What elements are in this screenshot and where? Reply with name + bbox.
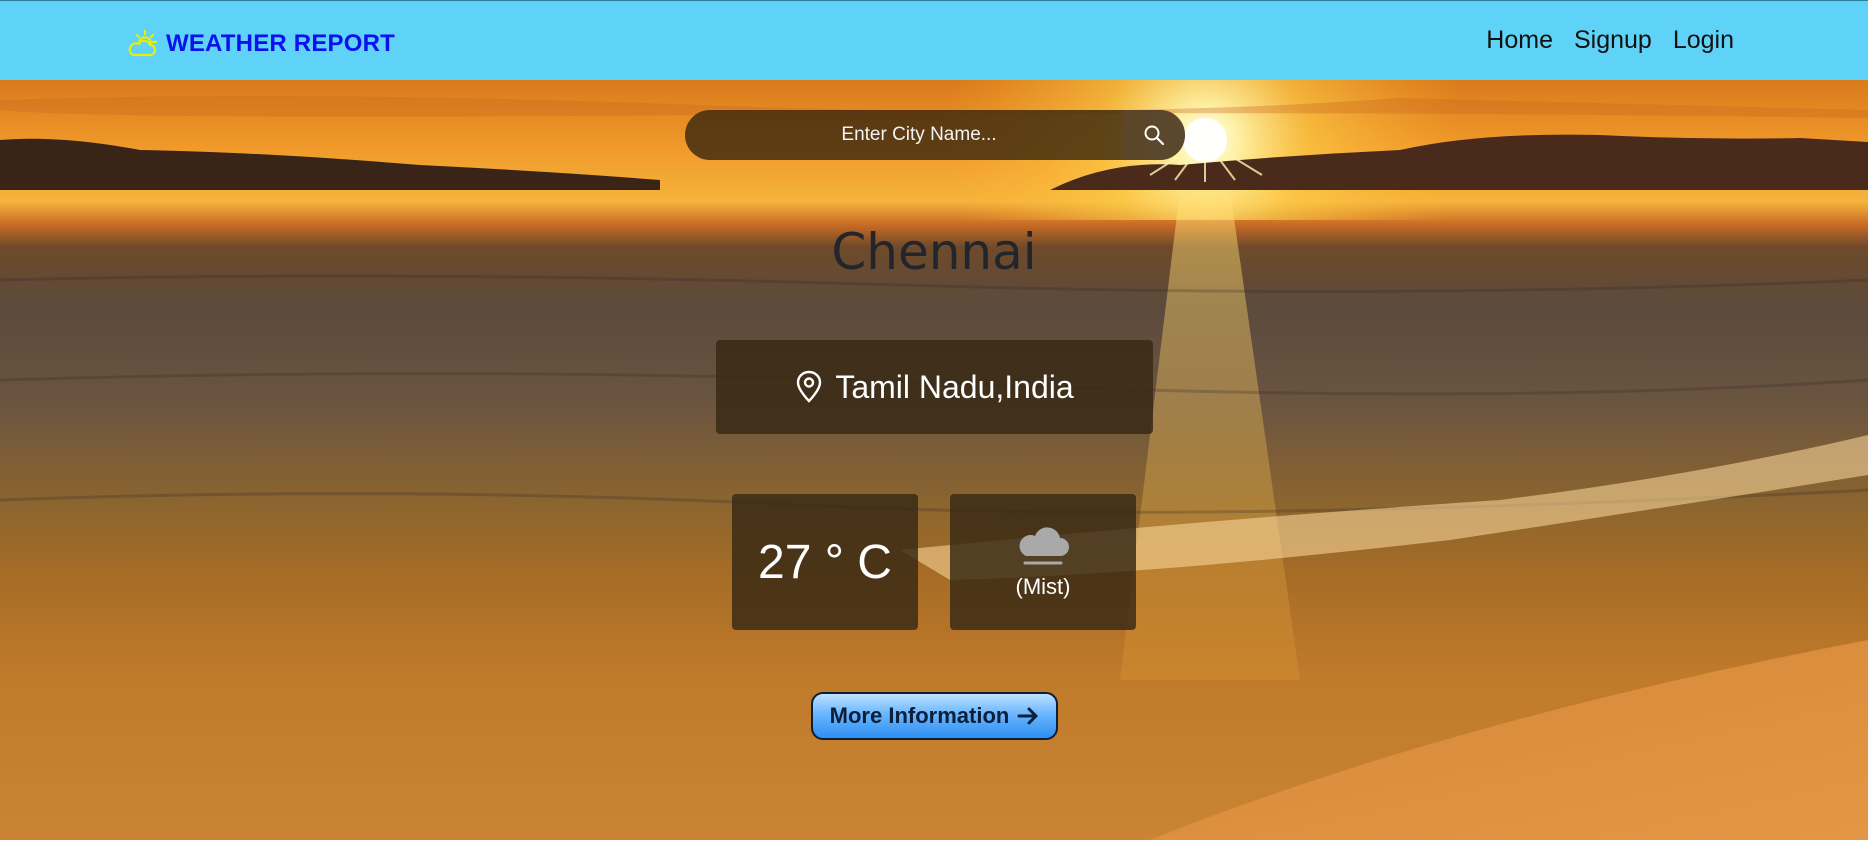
temperature-card: 27 ° C [732,494,918,630]
navbar: WEATHER REPORT Home Signup Login [0,0,1868,80]
map-pin-icon [797,370,822,403]
cloud-icon [1019,527,1069,565]
condition-card: (Mist) [950,494,1136,630]
brand-title: WEATHER REPORT [166,30,396,57]
hero-section: Chennai Tamil Nadu,India 27 ° C (Mist) M… [0,80,1868,840]
nav-home-link[interactable]: Home [1486,26,1553,55]
temperature-value: 27 ° C [758,535,892,589]
arrow-right-icon [1017,707,1038,725]
brand-link[interactable]: WEATHER REPORT [126,29,395,59]
sun-cloud-icon [128,29,158,57]
more-information-label: More Information [829,703,1010,728]
nav-links: Home Signup Login [1486,26,1734,55]
search-button[interactable] [1123,110,1185,160]
nav-signup-link[interactable]: Signup [1574,26,1652,55]
location-card: Tamil Nadu,India [716,340,1153,434]
city-title: Chennai [831,223,1037,281]
condition-text: (Mist) [1015,574,1071,599]
more-information-button[interactable]: More Information [811,692,1058,740]
nav-login-link[interactable]: Login [1673,26,1734,55]
city-search-input[interactable] [685,110,1123,160]
location-text: Tamil Nadu,India [835,368,1074,405]
search-bar [685,110,1185,160]
search-icon [1144,125,1165,146]
